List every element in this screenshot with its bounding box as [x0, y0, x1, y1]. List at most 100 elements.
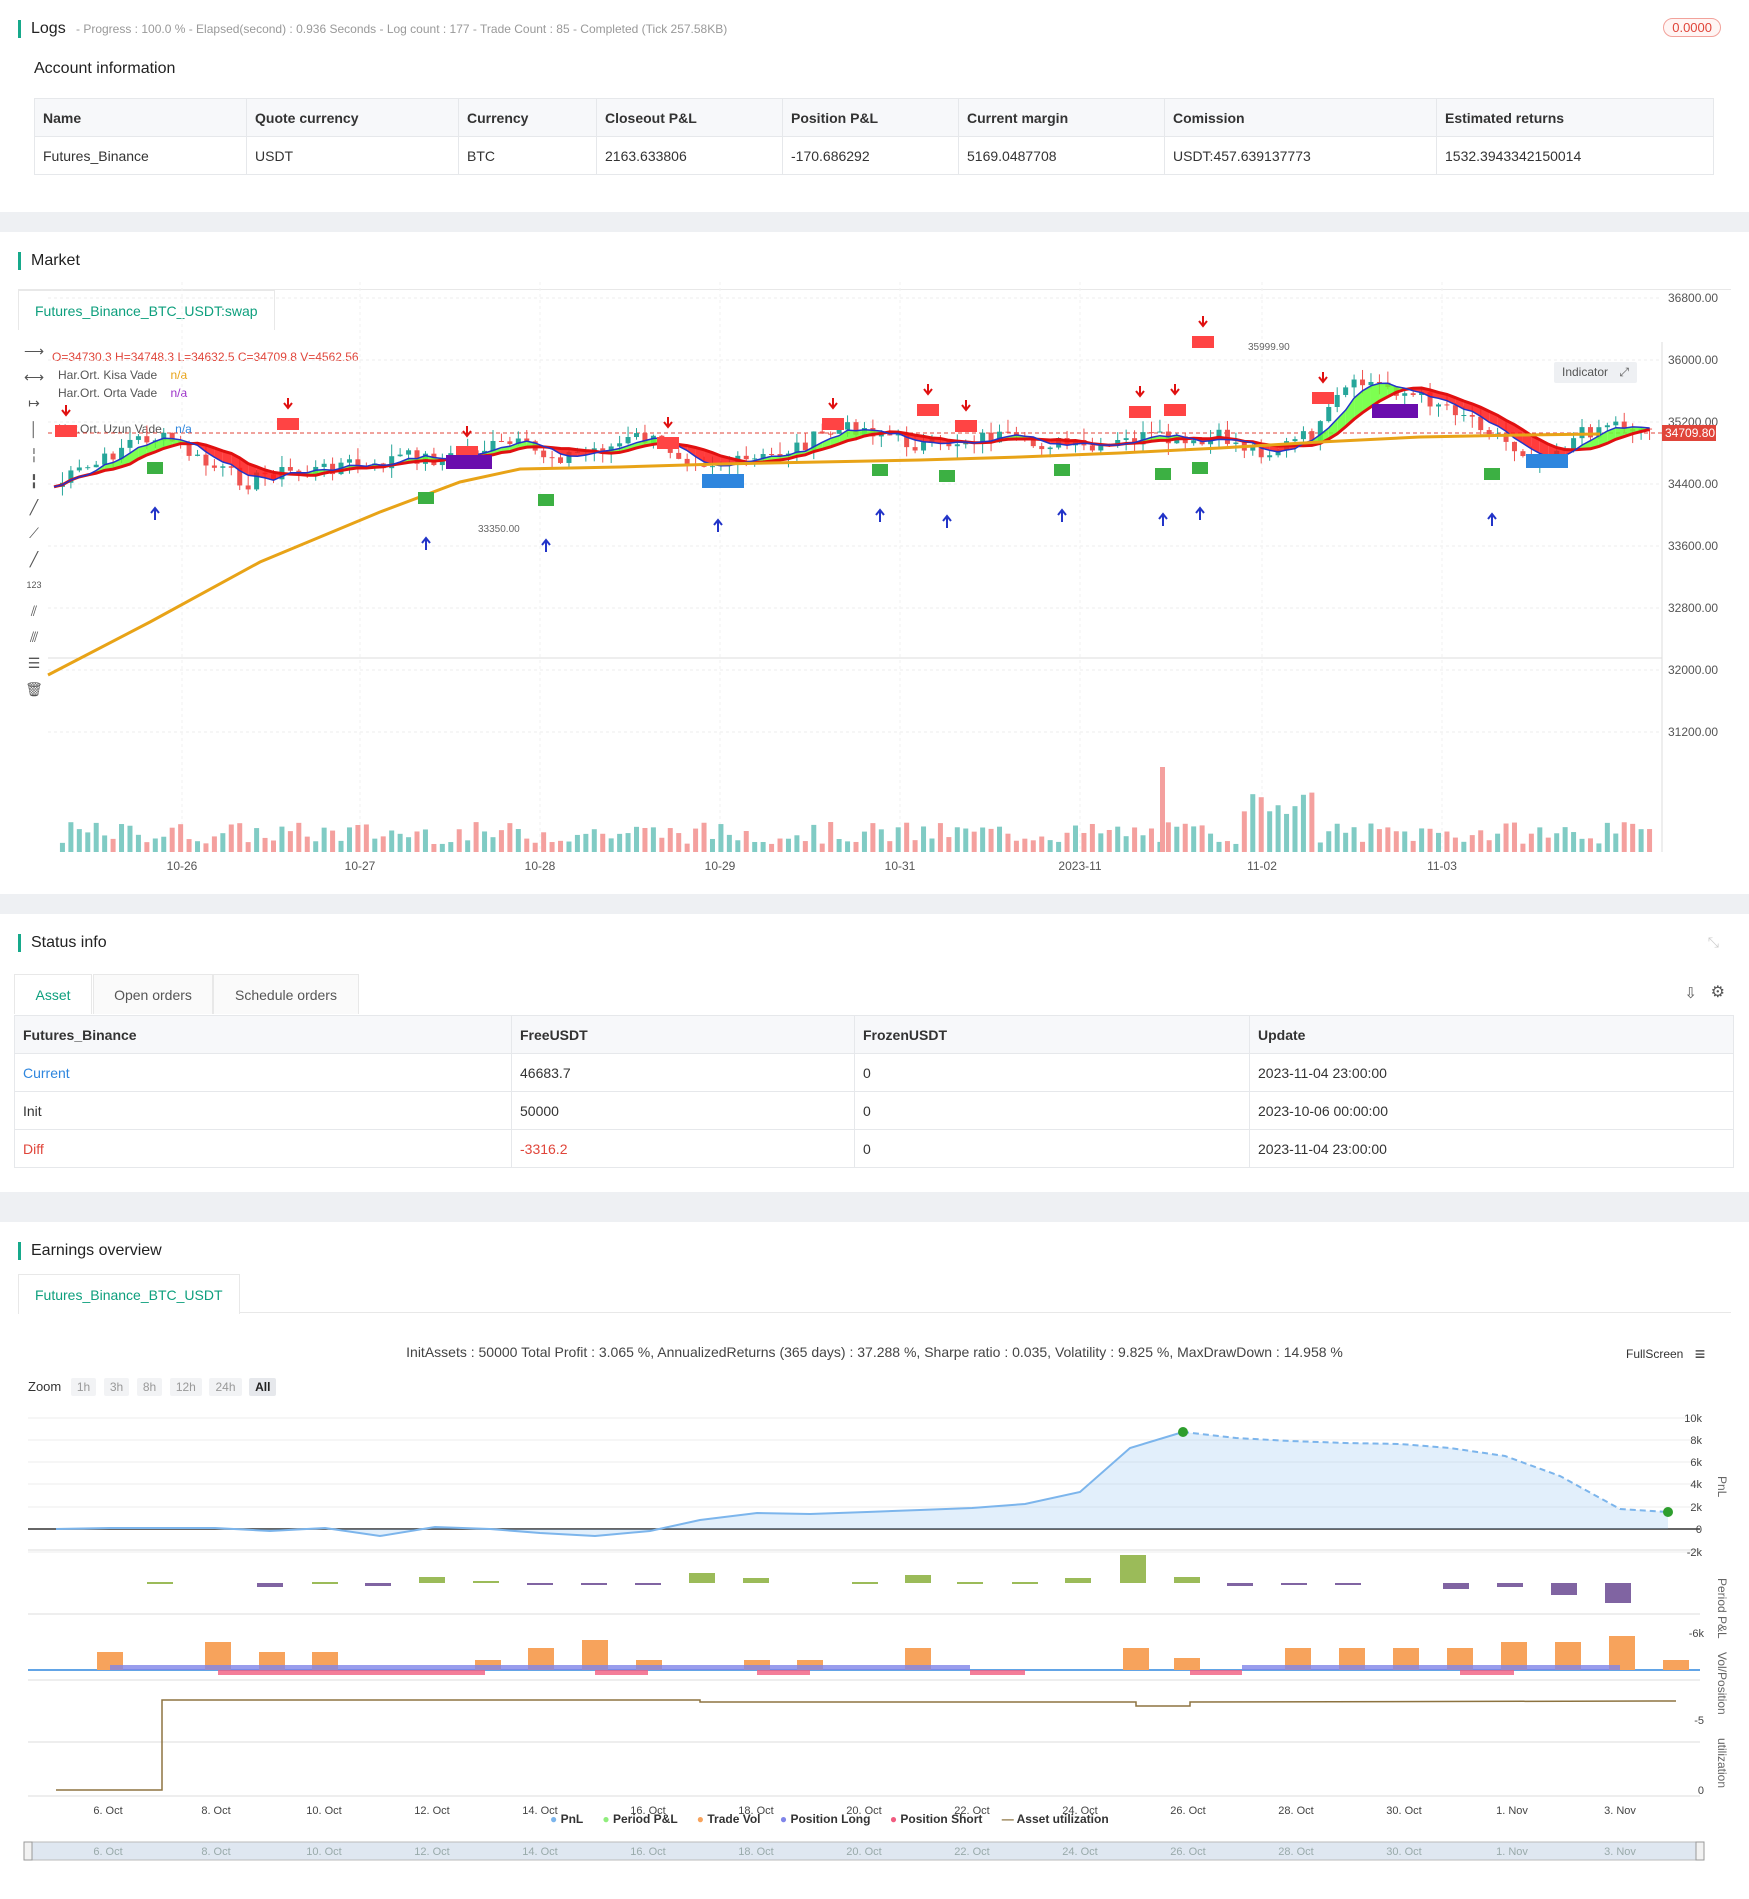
trade-vol-bar — [1123, 1648, 1149, 1670]
candle-body — [406, 450, 412, 455]
table-row: Diff -3316.2 0 2023-11-04 23:00:00 — [14, 1129, 1734, 1168]
price-label-tool-icon[interactable]: 123 — [24, 576, 44, 594]
candle-body — [465, 450, 471, 457]
legend-item-short: Har.Ort. Kisa Vade n/a — [58, 368, 187, 382]
navigator-date-label: 8. Oct — [201, 1846, 230, 1858]
candle-body — [1292, 439, 1298, 442]
legend-pnl[interactable]: ● PnL — [550, 1812, 583, 1826]
volume-bar — [836, 839, 842, 852]
ma-cloud-segment — [62, 480, 71, 485]
indicator-label: Indicator — [1562, 365, 1609, 379]
parallel-channel-tool-icon[interactable]: ⫽ — [24, 602, 44, 620]
volume-bar — [853, 841, 859, 852]
ma-cloud-segment — [881, 431, 890, 434]
volume-bar — [541, 832, 547, 852]
ma-cloud-segment — [1050, 439, 1059, 444]
ma-cloud-segment — [391, 462, 401, 466]
fibonacci-tool-icon[interactable]: ⫻ — [24, 628, 44, 646]
ma-cloud-segment — [526, 441, 536, 448]
candle-body — [1436, 404, 1442, 407]
volume-bar — [1604, 822, 1610, 852]
ma-cloud-segment — [1337, 410, 1346, 434]
ma-cloud-segment — [298, 472, 308, 476]
fib-levels-tool-icon[interactable]: ☰ — [24, 654, 44, 672]
position-short-bar — [218, 1670, 485, 1675]
volume-bar — [769, 843, 775, 852]
volume-bar — [650, 827, 656, 852]
long-arrow-marker — [1487, 512, 1497, 526]
trend-ray-tool-icon[interactable]: ⟋ — [24, 524, 44, 542]
low-price-label: 33350.00 — [478, 524, 520, 535]
candle-body — [330, 463, 336, 475]
ma-cloud-segment — [1269, 444, 1279, 452]
indicator-button[interactable]: Indicator ⤢ — [1554, 362, 1637, 383]
candle-body — [693, 464, 699, 466]
candle-body — [211, 465, 217, 468]
legend-trade-vol[interactable]: ● Trade Vol — [697, 1812, 761, 1826]
ma-cloud-segment — [357, 465, 367, 468]
settings-gear-icon[interactable]: ⚙ — [1711, 982, 1725, 1002]
date-tick-label: 11-02 — [1247, 859, 1277, 873]
header-cell: Futures_Binance — [14, 1015, 512, 1054]
legend-position-long[interactable]: ● Position Long — [780, 1812, 871, 1826]
crosshair-tool-icon[interactable]: ⟶ — [24, 342, 44, 360]
ma-cloud-segment — [1286, 445, 1295, 451]
pin-tool-icon[interactable]: ╎ — [24, 446, 44, 464]
candle-body — [304, 472, 310, 474]
candle-body — [853, 422, 859, 435]
trend-line-tool-icon[interactable]: ╱ — [24, 498, 44, 516]
status-panel: Status info ⤡ Asset Open orders Schedule… — [0, 914, 1749, 1192]
candle-body — [1047, 447, 1053, 450]
volume-bar — [971, 831, 977, 852]
volume-bar — [1199, 825, 1205, 852]
ray-tool-icon[interactable]: ↦ — [24, 394, 44, 412]
candle-body — [642, 433, 648, 444]
volume-bar — [397, 833, 403, 852]
candle-body — [144, 436, 150, 443]
ma-cloud-segment — [923, 436, 932, 443]
volume-bar — [574, 834, 580, 852]
download-icon[interactable]: ⇩ — [1684, 984, 1697, 1002]
volume-bar — [473, 822, 479, 852]
legend-asset-utilization[interactable]: — Asset utilization — [1002, 1812, 1109, 1826]
volume-bar — [76, 829, 82, 852]
volume-bar — [904, 822, 910, 852]
volume-bar — [1160, 767, 1165, 852]
volume-bar — [1334, 823, 1340, 852]
legend-position-short[interactable]: ● Position Short — [890, 1812, 983, 1826]
horizontal-line-tool-icon[interactable]: ⟷ — [24, 368, 44, 386]
tab-market-symbol[interactable]: Futures_Binance_BTC_USDT:swap — [18, 290, 275, 330]
table-cell: 2023-11-04 23:00:00 — [1249, 1129, 1734, 1168]
ma-cloud-segment — [1624, 426, 1633, 437]
date-tick-label: 10-31 — [885, 859, 916, 873]
candle-body — [1072, 439, 1078, 446]
candlestick-chart[interactable]: 35999.90 33350.00 36800.00 36000.00 35200.0… — [0, 232, 1749, 894]
volume-bar — [1478, 830, 1484, 852]
tab-open-orders[interactable]: Open orders — [93, 974, 213, 1014]
period-pnl-bar — [1443, 1583, 1469, 1589]
logs-badge[interactable]: 0.0000 — [1663, 18, 1721, 37]
volume-bar — [693, 828, 699, 852]
position-long-bar — [1242, 1665, 1620, 1670]
tab-schedule-orders[interactable]: Schedule orders — [213, 974, 359, 1014]
earnings-chart[interactable]: 10k 8k 6k 4k 2k 0 -2k PnL Period P&L Vol/Position… — [0, 1222, 1749, 1899]
volume-bar — [507, 823, 513, 852]
volume-bar — [1562, 827, 1568, 852]
market-panel: Market Futures_Binance_BTC_USDT:swap ⟶ ⟷… — [0, 232, 1749, 894]
collapse-icon[interactable]: ⤡ — [1708, 934, 1719, 951]
candle-body — [760, 454, 766, 459]
extended-line-tool-icon[interactable]: ╱ — [24, 550, 44, 568]
candle-body — [1106, 444, 1112, 446]
trash-icon[interactable]: 🗑 — [24, 680, 44, 698]
vertical-line-tool-icon[interactable]: │ — [24, 420, 44, 438]
volume-bar — [1241, 811, 1247, 852]
table-cell: -170.686292 — [782, 136, 959, 175]
segment-tool-icon[interactable]: ╏ — [24, 472, 44, 490]
volume-bar — [498, 830, 504, 852]
short-arrow-marker — [961, 400, 971, 412]
candle-body — [515, 438, 521, 444]
volume-bar — [1452, 837, 1458, 852]
legend-period-pnl[interactable]: ● Period P&L — [602, 1812, 677, 1826]
period-pnl-bar — [1174, 1577, 1200, 1583]
tab-asset[interactable]: Asset — [14, 974, 92, 1014]
